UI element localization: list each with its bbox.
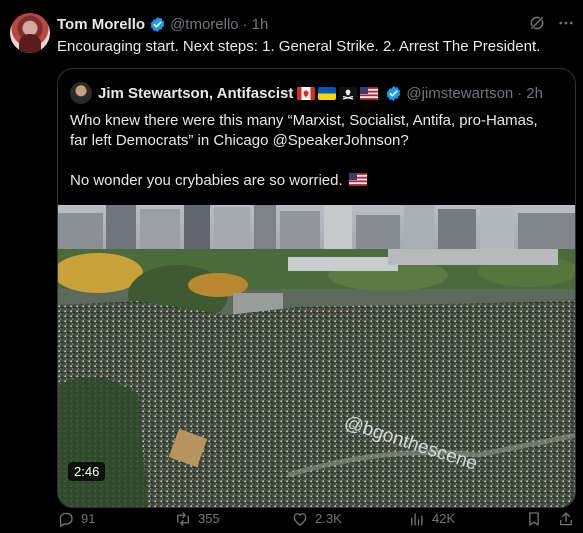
author-handle[interactable]: @tmorello	[170, 16, 239, 33]
author-name[interactable]: Tom Morello	[57, 16, 145, 33]
view-count: 42K	[432, 511, 456, 526]
canada-flag-icon	[297, 86, 316, 100]
bookmark-button[interactable]	[525, 508, 549, 530]
pirate-flag-icon	[339, 86, 358, 100]
quoted-author-avatar[interactable]	[70, 82, 92, 104]
video-duration: 2:46	[68, 462, 106, 481]
like-count: 2.3K	[315, 511, 342, 526]
grok-icon[interactable]	[528, 14, 546, 32]
reply-icon	[59, 512, 73, 527]
us-flag-icon	[360, 86, 379, 100]
flag-emojis	[297, 86, 381, 100]
separator-dot: ·	[242, 15, 248, 33]
author-avatar[interactable]	[10, 13, 50, 53]
repost-icon	[177, 512, 189, 526]
reply-button[interactable]: 91	[57, 508, 95, 530]
quoted-verified-badge-icon	[387, 85, 401, 101]
ukraine-flag-icon	[318, 86, 337, 100]
post-time[interactable]: 1h	[252, 16, 269, 33]
video-player[interactable]: @bgonthescene 2:46	[58, 205, 575, 507]
quoted-post-text: Who knew there were this many “Marxist, …	[70, 111, 566, 191]
views-button[interactable]: 42K	[408, 508, 455, 530]
views-chart-icon	[411, 513, 423, 526]
quoted-post[interactable]: Jim Stewartson, Antifascist @jimstewarts…	[57, 68, 576, 508]
post-text: Encouraging start. Next steps: 1. Genera…	[57, 38, 541, 55]
post[interactable]: Tom Morello @tmorello · 1h Encouraging s…	[0, 0, 583, 533]
quoted-post-header: Jim Stewartson, Antifascist @jimstewarts…	[98, 83, 543, 103]
heart-icon	[293, 513, 307, 526]
post-header: Tom Morello @tmorello · 1h	[57, 14, 268, 34]
us-flag-emoji-icon	[348, 173, 367, 186]
repost-count: 355	[198, 511, 220, 526]
more-options-icon[interactable]	[557, 14, 575, 32]
crowd-video-thumbnail	[58, 205, 575, 507]
quoted-separator-dot: ·	[517, 84, 523, 102]
share-button[interactable]	[557, 508, 581, 530]
quoted-post-time[interactable]: 2h	[526, 85, 543, 102]
quoted-author-name[interactable]: Jim Stewartson, Antifascist	[98, 85, 293, 102]
quoted-author-handle[interactable]: @jimstewartson	[406, 85, 513, 102]
quoted-text-line-1: Who knew there were this many “Marxist, …	[70, 112, 538, 129]
reply-count: 91	[81, 511, 96, 526]
repost-button[interactable]: 355	[174, 508, 220, 530]
like-button[interactable]: 2.3K	[291, 508, 342, 530]
action-bar: 91 355 2.3K 42K	[57, 508, 576, 530]
verified-badge-icon	[150, 16, 165, 32]
share-icon	[560, 512, 572, 526]
quoted-text-line-3-text: No wonder you crybabies are so worried.	[70, 172, 343, 189]
quoted-text-line-3: No wonder you crybabies are so worried.	[70, 171, 566, 191]
bookmark-icon	[529, 512, 539, 526]
quoted-text-line-2: far left Democrats” in Chicago @SpeakerJ…	[70, 132, 409, 149]
